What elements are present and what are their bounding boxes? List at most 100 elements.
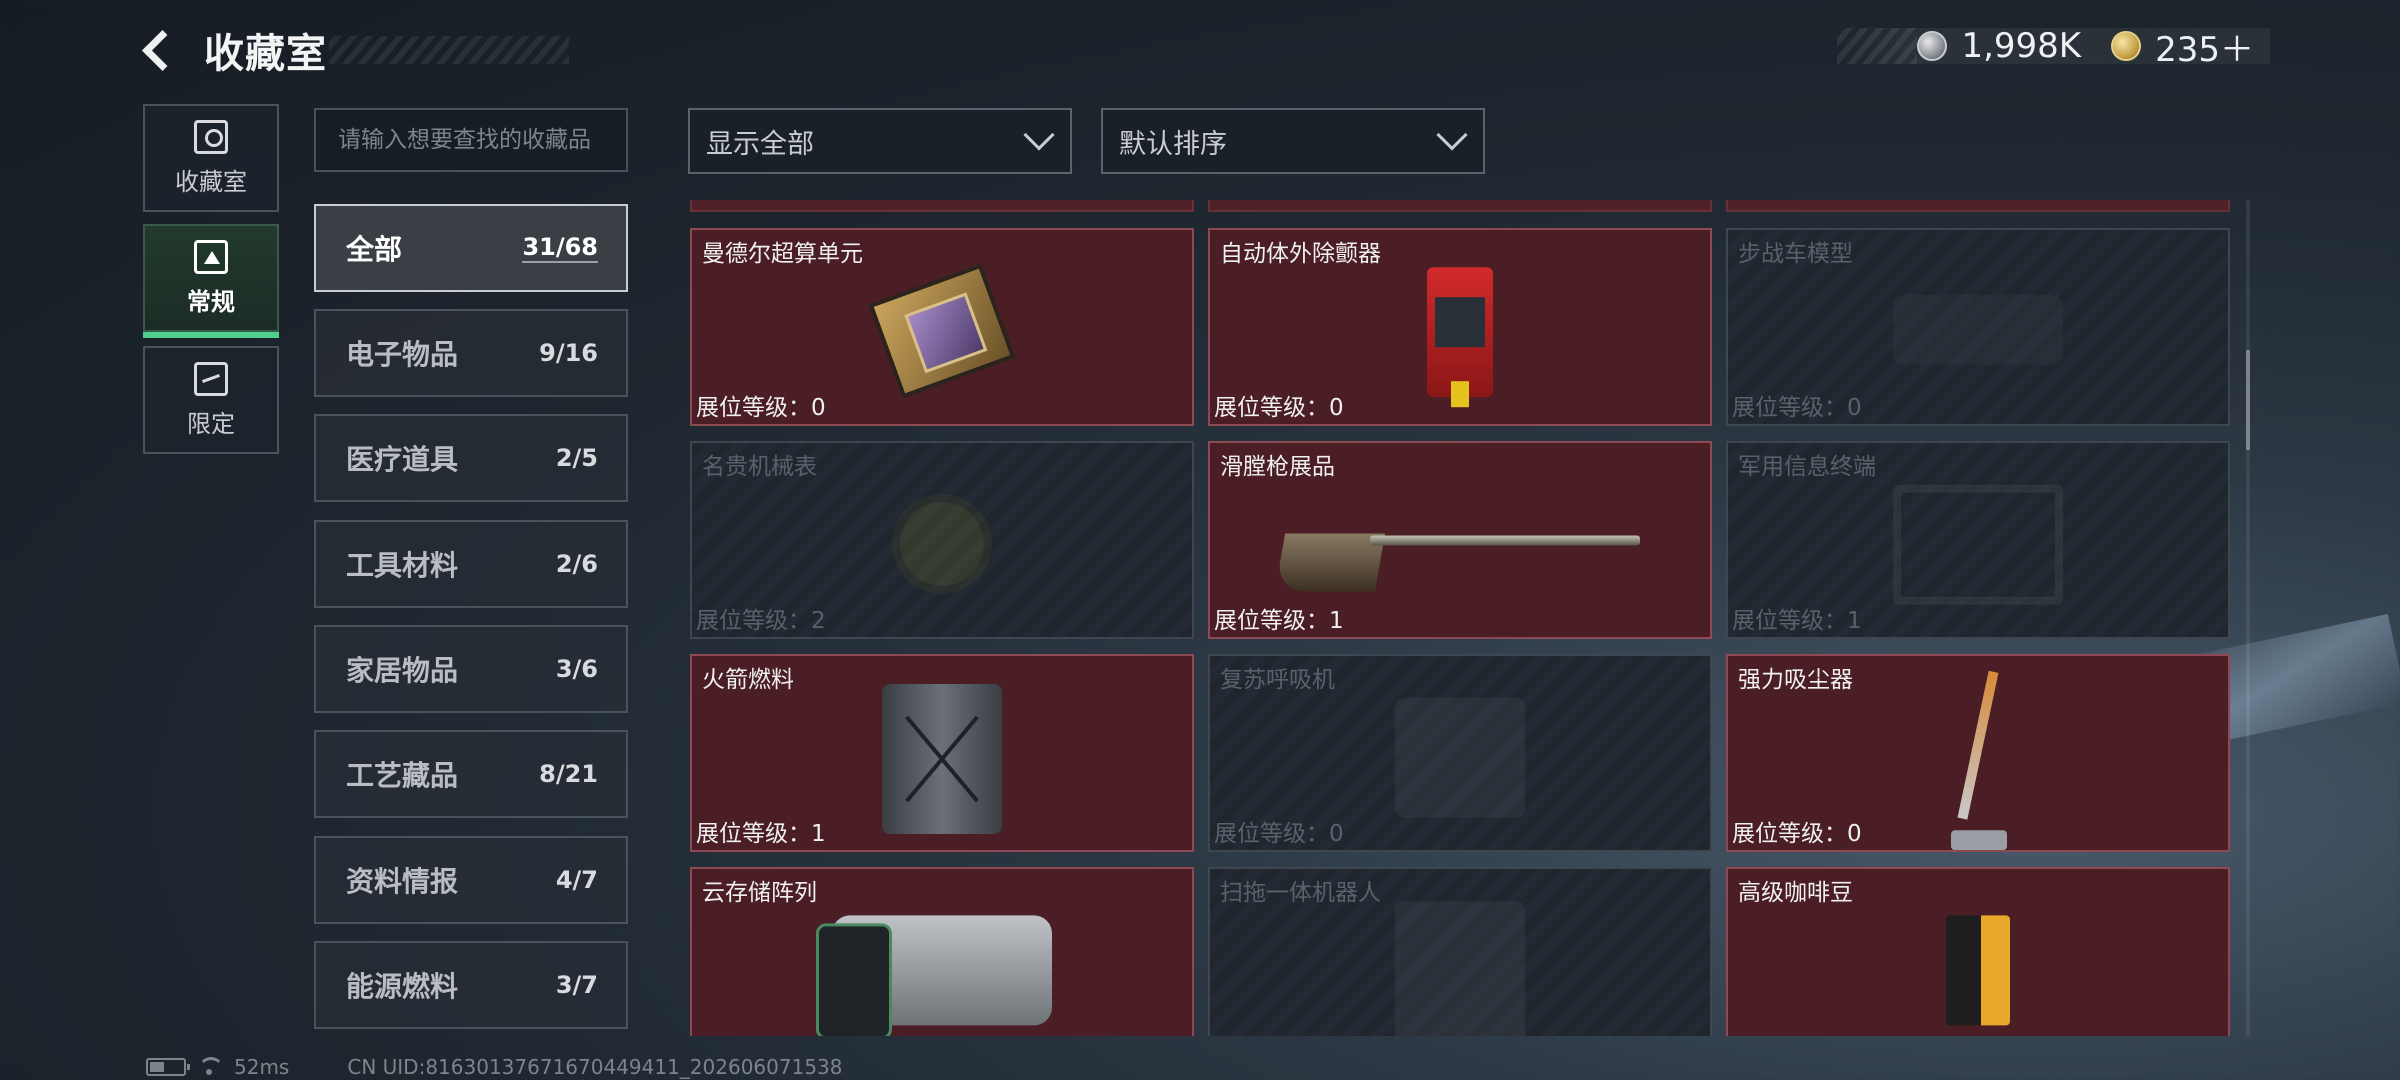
item-level: 展位等级：2 xyxy=(696,608,826,634)
filter-value: 显示全部 xyxy=(706,128,814,160)
item-level: 展位等级：0 xyxy=(1732,821,1862,847)
status-bar: 52ms CN UID:81630137671670449411_2026060… xyxy=(146,1055,843,1079)
laptop-icon xyxy=(1893,484,2063,605)
item-level: 展位等级：1 xyxy=(1732,608,1862,634)
wifi-icon xyxy=(198,1057,224,1077)
grid-scrollbar[interactable] xyxy=(2246,200,2250,1036)
chevron-down-icon xyxy=(1436,119,1468,151)
category-name: 家居物品 xyxy=(346,654,459,687)
search-box[interactable] xyxy=(314,108,628,172)
collection-grid[interactable]: 曼德尔超算单元 展位等级：0 自动体外除颤器 展位等级：0 步战车模型 展位等级… xyxy=(688,200,2232,1036)
partial-card xyxy=(1726,200,2230,212)
category-count: 2/6 xyxy=(555,550,598,578)
back-arrow-icon[interactable] xyxy=(140,28,184,72)
item-name: 军用信息终端 xyxy=(1738,454,1876,480)
limited-icon xyxy=(194,361,228,396)
currency-bar: 1,998K 235＋ xyxy=(1837,26,2270,70)
collection-card-locked[interactable]: 扫拖一体机器人 xyxy=(1208,867,1712,1036)
item-name: 强力吸尘器 xyxy=(1738,667,1853,693)
category-name: 全部 xyxy=(346,233,403,266)
category-name: 资料情报 xyxy=(346,865,459,898)
item-name: 高级咖啡豆 xyxy=(1738,880,1853,906)
category-count: 9/16 xyxy=(539,339,598,367)
category-electronics[interactable]: 电子物品 9/16 xyxy=(314,309,628,397)
item-name: 扫拖一体机器人 xyxy=(1220,880,1381,906)
ventilator-icon xyxy=(1395,697,1525,818)
item-name: 滑膛枪展品 xyxy=(1220,454,1335,480)
category-name: 电子物品 xyxy=(346,338,459,371)
sort-value: 默认排序 xyxy=(1119,128,1227,160)
category-name: 医疗道具 xyxy=(346,443,459,476)
coffee-bag-icon xyxy=(1946,915,2010,1026)
trophy-icon xyxy=(194,119,228,154)
category-energy[interactable]: 能源燃料 3/7 xyxy=(314,941,628,1029)
collection-card[interactable]: 高级咖啡豆 xyxy=(1726,867,2230,1036)
collection-card[interactable]: 云存储阵列 xyxy=(690,867,1194,1036)
item-level: 展位等级：1 xyxy=(696,821,826,847)
jerrycan-icon xyxy=(882,684,1002,834)
item-level: 展位等级：0 xyxy=(1732,395,1862,421)
filter-dropdown[interactable]: 显示全部 xyxy=(688,108,1072,174)
search-input[interactable] xyxy=(338,110,626,170)
collection-card[interactable]: 曼德尔超算单元 展位等级：0 xyxy=(690,228,1194,426)
item-level: 展位等级：0 xyxy=(1214,395,1344,421)
document-icon xyxy=(194,239,228,274)
ping-value: 52ms xyxy=(234,1055,290,1079)
collection-card[interactable]: 自动体外除颤器 展位等级：0 xyxy=(1208,228,1712,426)
collection-card[interactable]: 滑膛枪展品 展位等级：1 xyxy=(1208,441,1712,639)
category-household[interactable]: 家居物品 3/6 xyxy=(314,625,628,713)
category-medical[interactable]: 医疗道具 2/5 xyxy=(314,414,628,502)
category-tools[interactable]: 工具材料 2/6 xyxy=(314,520,628,608)
collection-card-locked[interactable]: 军用信息终端 展位等级：1 xyxy=(1726,441,2230,639)
watch-icon xyxy=(892,494,992,594)
collection-card[interactable]: 强力吸尘器 展位等级：0 xyxy=(1726,654,2230,852)
collection-card[interactable]: 火箭燃料 展位等级：1 xyxy=(690,654,1194,852)
collection-card-locked[interactable]: 步战车模型 展位等级：0 xyxy=(1726,228,2230,426)
rail-tab-label: 收藏室 xyxy=(175,167,247,196)
battery-icon xyxy=(146,1058,190,1076)
item-level: 展位等级：1 xyxy=(1214,608,1344,634)
silver-currency-value: 1,998K xyxy=(1961,26,2082,66)
scrollbar-thumb[interactable] xyxy=(2246,350,2250,450)
gold-currency-value[interactable]: 235＋ xyxy=(2155,22,2254,71)
partial-card xyxy=(690,200,1194,212)
rail-tab-collection-room[interactable]: 收藏室 xyxy=(143,104,279,212)
collection-card-locked[interactable]: 复苏呼吸机 展位等级：0 xyxy=(1208,654,1712,852)
category-name: 工具材料 xyxy=(346,549,459,582)
item-name: 复苏呼吸机 xyxy=(1220,667,1335,693)
partial-card xyxy=(1208,200,1712,212)
item-name: 云存储阵列 xyxy=(702,880,817,906)
category-count: 3/7 xyxy=(555,971,598,999)
silver-coin-icon xyxy=(1917,31,1948,61)
server-array-icon xyxy=(816,915,1052,1036)
supercomputer-chip-icon xyxy=(868,263,1016,399)
item-level: 展位等级：0 xyxy=(696,395,826,421)
category-count: 3/6 xyxy=(555,655,598,683)
page-header: 收藏室 xyxy=(140,20,569,80)
rail-tab-regular[interactable]: 常规 xyxy=(143,224,279,338)
ifv-model-icon xyxy=(1893,294,2063,365)
category-count: 31/68 xyxy=(522,233,598,263)
category-all[interactable]: 全部 31/68 xyxy=(314,204,628,292)
category-name: 工艺藏品 xyxy=(346,759,459,792)
item-name: 火箭燃料 xyxy=(702,667,794,693)
gold-coin-icon xyxy=(2111,31,2142,61)
category-crafts[interactable]: 工艺藏品 8/21 xyxy=(314,730,628,818)
rail-tab-limited[interactable]: 限定 xyxy=(143,346,279,454)
item-name: 名贵机械表 xyxy=(702,454,817,480)
category-name: 能源燃料 xyxy=(346,970,459,1003)
title-decoration xyxy=(329,36,569,64)
item-level: 展位等级：0 xyxy=(1214,821,1344,847)
item-name: 自动体外除颤器 xyxy=(1220,241,1381,267)
musket-icon xyxy=(1280,523,1640,559)
item-name: 曼德尔超算单元 xyxy=(702,241,863,267)
robot-icon xyxy=(1395,901,1525,1036)
category-intel[interactable]: 资料情报 4/7 xyxy=(314,836,628,924)
sort-dropdown[interactable]: 默认排序 xyxy=(1101,108,1485,174)
vacuum-icon xyxy=(1951,670,2007,850)
page-title: 收藏室 xyxy=(204,31,327,77)
item-name: 步战车模型 xyxy=(1738,241,1853,267)
rail-tab-label: 常规 xyxy=(187,287,235,316)
collection-card-locked[interactable]: 名贵机械表 展位等级：2 xyxy=(690,441,1194,639)
defibrillator-icon xyxy=(1427,267,1493,408)
